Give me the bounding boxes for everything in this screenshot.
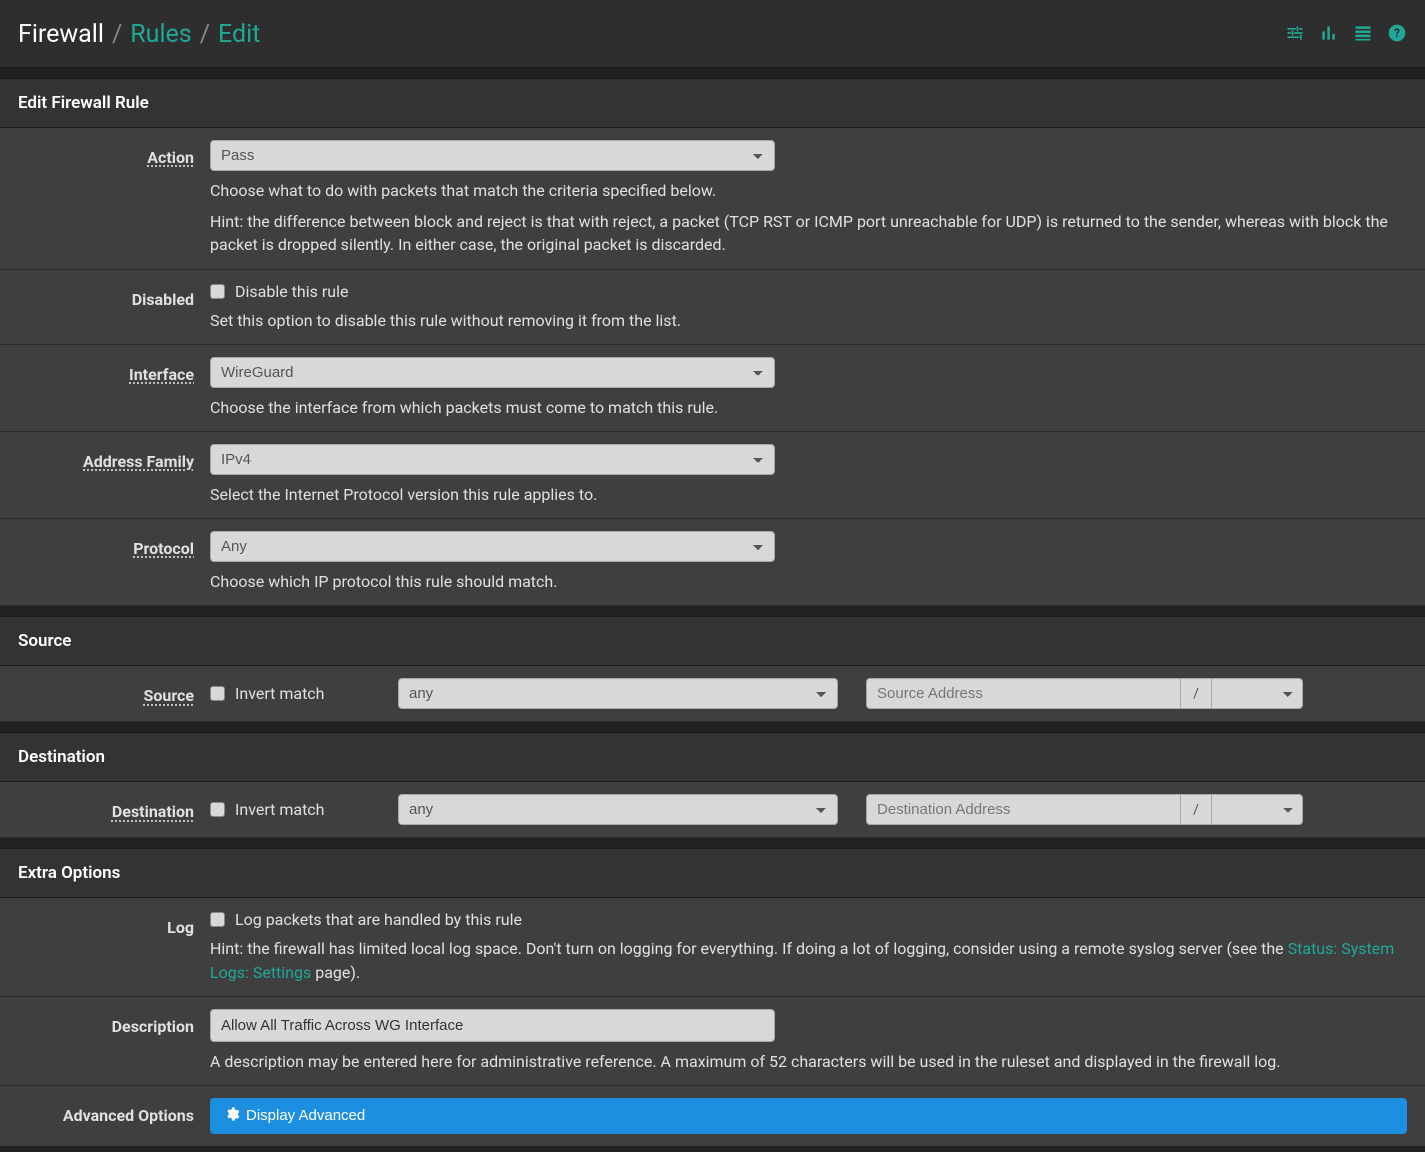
panel-extra-options: Extra Options Log Log packets that are h… <box>0 848 1425 1146</box>
destination-mask-select[interactable] <box>1211 794 1303 825</box>
panel-heading-destination: Destination <box>0 732 1425 782</box>
row-action: Action Pass Choose what to do with packe… <box>0 128 1425 270</box>
display-advanced-button[interactable]: Display Advanced <box>210 1098 1407 1134</box>
label-action: Action <box>147 148 194 167</box>
row-destination: Destination Invert match any / <box>0 782 1425 838</box>
label-advanced: Advanced Options <box>63 1106 194 1125</box>
help-log-post: page). <box>311 963 360 982</box>
row-source: Source Invert match any / <box>0 666 1425 722</box>
help-address-family: Select the Internet Protocol version thi… <box>210 483 1407 506</box>
row-interface: Interface WireGuard Choose the interface… <box>0 345 1425 432</box>
label-protocol: Protocol <box>133 539 194 558</box>
destination-address-input[interactable] <box>866 794 1181 825</box>
row-address-family: Address Family IPv4 Select the Internet … <box>0 432 1425 519</box>
slash-label: / <box>1181 678 1211 709</box>
destination-invert-checkbox[interactable] <box>210 802 225 817</box>
source-type-select[interactable]: any <box>398 678 838 709</box>
help-disabled: Set this option to disable this rule wit… <box>210 309 1407 332</box>
label-disabled: Disabled <box>132 290 194 309</box>
breadcrumb: Firewall / Rules / Edit <box>18 20 260 49</box>
help-icon[interactable]: ? <box>1387 23 1407 47</box>
label-description: Description <box>112 1017 194 1036</box>
interface-select[interactable]: WireGuard <box>210 357 775 388</box>
row-log: Log Log packets that are handled by this… <box>0 898 1425 996</box>
source-address-group: / <box>866 678 1303 709</box>
address-family-select[interactable]: IPv4 <box>210 444 775 475</box>
label-destination: Destination <box>112 802 194 821</box>
breadcrumb-separator: / <box>200 20 210 49</box>
breadcrumb-bar: Firewall / Rules / Edit ? <box>0 0 1425 68</box>
destination-invert-label: Invert match <box>235 800 325 819</box>
slash-label: / <box>1181 794 1211 825</box>
source-address-input[interactable] <box>866 678 1181 709</box>
panel-edit-firewall-rule: Edit Firewall Rule Action Pass Choose wh… <box>0 78 1425 606</box>
toolbar-icons: ? <box>1285 23 1407 47</box>
row-description: Description A description may be entered… <box>0 997 1425 1086</box>
panel-destination: Destination Destination Invert match any… <box>0 732 1425 838</box>
disabled-checkbox[interactable] <box>210 284 225 299</box>
display-advanced-label: Display Advanced <box>246 1107 365 1124</box>
log-checkbox-wrap[interactable]: Log packets that are handled by this rul… <box>210 910 1407 929</box>
destination-address-group: / <box>866 794 1303 825</box>
row-disabled: Disabled Disable this rule Set this opti… <box>0 270 1425 345</box>
destination-type-select[interactable]: any <box>398 794 838 825</box>
destination-invert-wrap[interactable]: Invert match <box>210 800 370 819</box>
disabled-checkbox-wrap[interactable]: Disable this rule <box>210 282 1407 301</box>
source-mask-select[interactable] <box>1211 678 1303 709</box>
breadcrumb-root: Firewall <box>18 20 104 49</box>
label-address-family: Address Family <box>83 452 194 471</box>
help-action-2: Hint: the difference between block and r… <box>210 210 1407 256</box>
panel-heading-edit: Edit Firewall Rule <box>0 78 1425 128</box>
svg-text:?: ? <box>1394 26 1400 40</box>
row-protocol: Protocol Any Choose which IP protocol th… <box>0 519 1425 606</box>
panel-source: Source Source Invert match any / <box>0 616 1425 722</box>
source-invert-wrap[interactable]: Invert match <box>210 684 370 703</box>
list-icon[interactable] <box>1353 23 1373 47</box>
description-input[interactable] <box>210 1009 775 1042</box>
panel-heading-source: Source <box>0 616 1425 666</box>
action-select[interactable]: Pass <box>210 140 775 171</box>
help-protocol: Choose which IP protocol this rule shoul… <box>210 570 1407 593</box>
breadcrumb-link-rules[interactable]: Rules <box>130 20 191 49</box>
panel-heading-extra: Extra Options <box>0 848 1425 898</box>
row-advanced: Advanced Options Display Advanced <box>0 1086 1425 1146</box>
disabled-checkbox-label: Disable this rule <box>235 282 348 301</box>
help-log: Hint: the firewall has limited local log… <box>210 937 1407 983</box>
log-checkbox-label: Log packets that are handled by this rul… <box>235 910 522 929</box>
bar-chart-icon[interactable] <box>1319 23 1339 47</box>
label-log: Log <box>167 918 194 937</box>
help-interface: Choose the interface from which packets … <box>210 396 1407 419</box>
label-source: Source <box>143 686 194 705</box>
help-description: A description may be entered here for ad… <box>210 1050 1407 1073</box>
help-log-pre: Hint: the firewall has limited local log… <box>210 939 1288 958</box>
label-interface: Interface <box>129 365 194 384</box>
breadcrumb-current: Edit <box>218 20 260 49</box>
log-checkbox[interactable] <box>210 912 225 927</box>
breadcrumb-separator: / <box>112 20 122 49</box>
protocol-select[interactable]: Any <box>210 531 775 562</box>
sliders-icon[interactable] <box>1285 23 1305 47</box>
source-invert-label: Invert match <box>235 684 325 703</box>
gear-icon <box>224 1106 240 1126</box>
help-action-1: Choose what to do with packets that matc… <box>210 179 1407 202</box>
source-invert-checkbox[interactable] <box>210 686 225 701</box>
